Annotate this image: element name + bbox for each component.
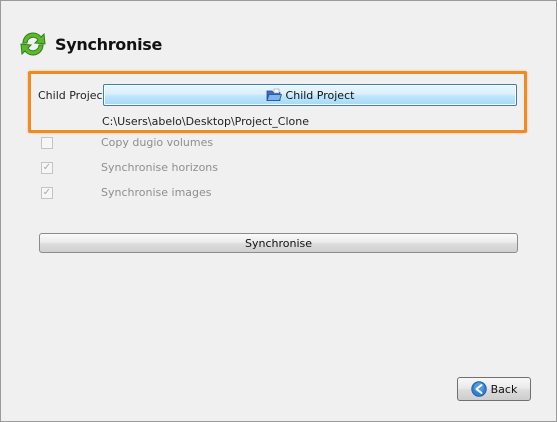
copy-dugio-volumes-checkbox[interactable] [41,137,53,149]
synchronise-horizons-checkbox[interactable]: ✓ [41,162,53,174]
child-project-path: C:\Users\abelo\Desktop\Project_Clone [102,115,309,128]
folder-open-icon [265,88,282,101]
synchronise-images-option: ✓ Synchronise images [41,186,212,199]
synchronise-button-label: Synchronise [244,236,313,250]
back-arrow-icon [470,381,487,397]
page-title: Synchronise [55,34,163,54]
synchronise-button[interactable]: Synchronise [39,233,518,253]
copy-dugio-volumes-option: Copy dugio volumes [41,136,213,149]
child-project-button[interactable]: Child Project [103,84,517,106]
copy-dugio-volumes-label: Copy dugio volumes [101,136,214,149]
back-button[interactable]: Back [457,377,531,401]
synchronise-window: Synchronise Child Project Child Project … [0,0,557,422]
sync-arrows-icon [20,32,46,56]
synchronise-images-checkbox[interactable]: ✓ [41,187,53,199]
back-button-label: Back [490,382,518,396]
synchronise-images-label: Synchronise images [101,186,212,199]
child-project-button-label: Child Project [285,88,355,102]
child-project-label: Child Project [38,89,107,102]
synchronise-horizons-option: ✓ Synchronise horizons [41,161,218,174]
page-header: Synchronise [17,27,162,61]
synchronise-horizons-label: Synchronise horizons [101,161,219,174]
